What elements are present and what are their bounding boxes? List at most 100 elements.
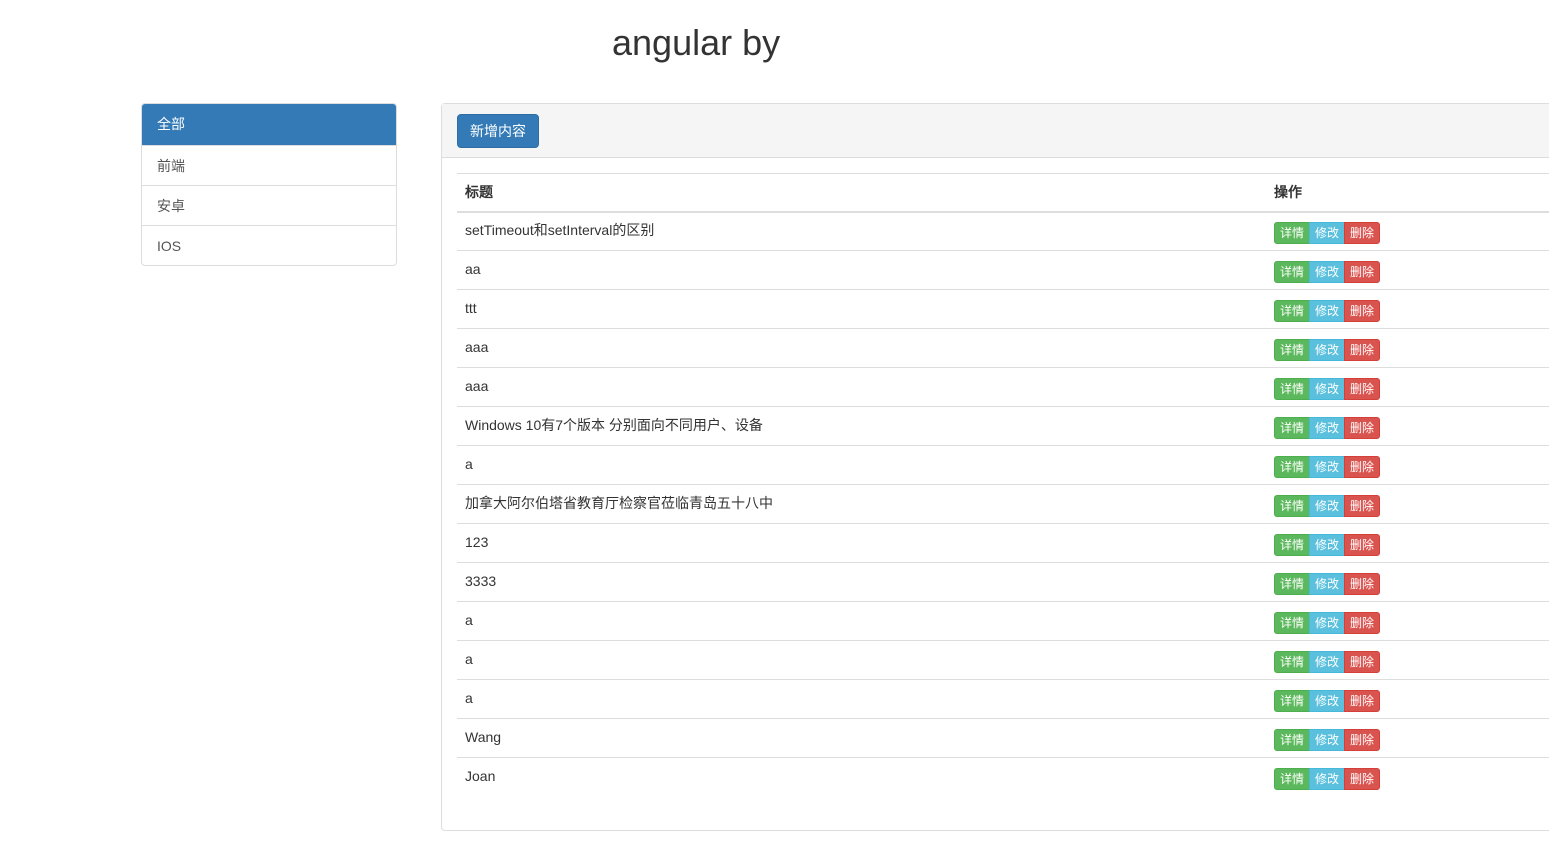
row-title: a [457,445,1266,485]
detail-button[interactable]: 详情 [1274,729,1311,751]
row-title: aaa [457,328,1266,368]
detail-button[interactable]: 详情 [1274,222,1311,245]
action-button-group: 详情 修改 删除 [1274,300,1381,322]
action-button-group: 详情 修改 删除 [1274,261,1381,283]
edit-button[interactable]: 修改 [1309,300,1346,322]
edit-button[interactable]: 修改 [1309,534,1346,556]
table-body: setTimeout和setInterval的区别 详情 修改 删除 aa 详情 修改 删除 t… [457,212,1549,797]
row-actions: 详情 修改 删除 [1266,562,1549,602]
edit-button[interactable]: 修改 [1309,456,1346,478]
action-button-group: 详情 修改 删除 [1274,495,1381,517]
table-row: aa 详情 修改 删除 [457,250,1549,290]
row-actions: 详情 修改 删除 [1266,601,1549,641]
edit-button[interactable]: 修改 [1309,768,1346,791]
row-title: aaa [457,367,1266,407]
action-button-group: 详情 修改 删除 [1274,222,1381,245]
delete-button[interactable]: 删除 [1344,456,1381,478]
detail-button[interactable]: 详情 [1274,300,1311,322]
delete-button[interactable]: 删除 [1344,768,1381,791]
content-table: 标题 操作 setTimeout和setInterval的区别 详情 修改 删除 aa 详… [457,173,1549,797]
delete-button[interactable]: 删除 [1344,417,1381,439]
row-title: a [457,601,1266,641]
sidebar-item-all[interactable]: 全部 [142,104,396,145]
row-title: 3333 [457,562,1266,602]
row-actions: 详情 修改 删除 [1266,289,1549,329]
edit-button[interactable]: 修改 [1309,378,1346,400]
row-title: aa [457,250,1266,290]
edit-button[interactable]: 修改 [1309,729,1346,751]
add-content-button[interactable]: 新增内容 [457,114,539,148]
table-row: 123 详情 修改 删除 [457,523,1549,563]
panel-heading: 新增内容 [442,104,1549,158]
page-title: angular by [612,22,781,63]
detail-button[interactable]: 详情 [1274,339,1311,361]
action-button-group: 详情 修改 删除 [1274,612,1381,634]
table-row: Wang 详情 修改 删除 [457,718,1549,758]
row-actions: 详情 修改 删除 [1266,328,1549,368]
detail-button[interactable]: 详情 [1274,417,1311,439]
content-table-wrapper: 标题 操作 setTimeout和setInterval的区别 详情 修改 删除 aa 详… [457,173,1549,797]
detail-button[interactable]: 详情 [1274,612,1311,634]
row-actions: 详情 修改 删除 [1266,250,1549,290]
row-title: 加拿大阿尔伯塔省教育厅检察官莅临青岛五十八中 [457,484,1266,524]
detail-button[interactable]: 详情 [1274,768,1311,791]
edit-button[interactable]: 修改 [1309,339,1346,361]
delete-button[interactable]: 删除 [1344,222,1381,245]
row-title: ttt [457,289,1266,329]
row-title: Joan [457,757,1266,797]
row-actions: 详情 修改 删除 [1266,757,1549,797]
row-actions: 详情 修改 删除 [1266,523,1549,563]
table-row: 加拿大阿尔伯塔省教育厅检察官莅临青岛五十八中 详情 修改 删除 [457,484,1549,524]
table-row: a 详情 修改 删除 [457,601,1549,641]
row-actions: 详情 修改 删除 [1266,445,1549,485]
detail-button[interactable]: 详情 [1274,573,1311,595]
detail-button[interactable]: 详情 [1274,651,1311,673]
sidebar-item-android[interactable]: 安卓 [142,185,396,225]
table-row: Windows 10有7个版本 分别面向不同用户、设备 详情 修改 删除 [457,406,1549,446]
edit-button[interactable]: 修改 [1309,651,1346,673]
table-row: setTimeout和setInterval的区别 详情 修改 删除 [457,212,1549,251]
detail-button[interactable]: 详情 [1274,261,1311,283]
row-actions: 详情 修改 删除 [1266,484,1549,524]
action-button-group: 详情 修改 删除 [1274,573,1381,595]
detail-button[interactable]: 详情 [1274,690,1311,712]
sidebar-item-ios[interactable]: IOS [142,225,396,265]
delete-button[interactable]: 删除 [1344,651,1381,673]
table-row: a 详情 修改 删除 [457,679,1549,719]
row-actions: 详情 修改 删除 [1266,640,1549,680]
sidebar-item-frontend[interactable]: 前端 [142,145,396,185]
table-row: aaa 详情 修改 删除 [457,328,1549,368]
delete-button[interactable]: 删除 [1344,729,1381,751]
delete-button[interactable]: 删除 [1344,612,1381,634]
edit-button[interactable]: 修改 [1309,573,1346,595]
action-button-group: 详情 修改 删除 [1274,729,1381,751]
action-button-group: 详情 修改 删除 [1274,768,1381,791]
edit-button[interactable]: 修改 [1309,612,1346,634]
edit-button[interactable]: 修改 [1309,417,1346,439]
delete-button[interactable]: 删除 [1344,339,1381,361]
delete-button[interactable]: 删除 [1344,690,1381,712]
delete-button[interactable]: 删除 [1344,378,1381,400]
row-actions: 详情 修改 删除 [1266,718,1549,758]
action-button-group: 详情 修改 删除 [1274,651,1381,673]
detail-button[interactable]: 详情 [1274,534,1311,556]
delete-button[interactable]: 删除 [1344,300,1381,322]
edit-button[interactable]: 修改 [1309,495,1346,517]
detail-button[interactable]: 详情 [1274,495,1311,517]
edit-button[interactable]: 修改 [1309,261,1346,283]
delete-button[interactable]: 删除 [1344,495,1381,517]
column-header-title: 标题 [457,173,1266,213]
delete-button[interactable]: 删除 [1344,534,1381,556]
row-actions: 详情 修改 删除 [1266,406,1549,446]
row-title: Wang [457,718,1266,758]
delete-button[interactable]: 删除 [1344,261,1381,283]
edit-button[interactable]: 修改 [1309,222,1346,245]
delete-button[interactable]: 删除 [1344,573,1381,595]
row-title: Windows 10有7个版本 分别面向不同用户、设备 [457,406,1266,446]
action-button-group: 详情 修改 删除 [1274,690,1381,712]
detail-button[interactable]: 详情 [1274,378,1311,400]
content-panel: 新增内容 标题 操作 setTimeout和setInterval的区别 详情 修改… [441,103,1549,831]
detail-button[interactable]: 详情 [1274,456,1311,478]
edit-button[interactable]: 修改 [1309,690,1346,712]
table-row: a 详情 修改 删除 [457,640,1549,680]
